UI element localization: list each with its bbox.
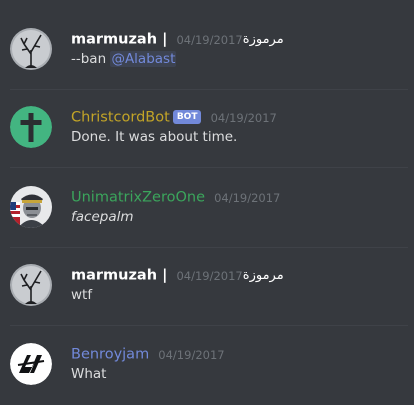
- username[interactable]: Benroyjam: [71, 347, 149, 363]
- message-content: wtf: [71, 287, 93, 303]
- message-text: --ban: [71, 51, 111, 67]
- username[interactable]: marmuzah |: [71, 268, 167, 284]
- message-content: Done. It was about time.: [71, 129, 238, 145]
- message-divider: [10, 247, 408, 248]
- timestamp: 04/19/2017: [176, 32, 243, 47]
- message-header: Benroyjam 04/19/2017: [71, 344, 225, 364]
- bot-tag-badge: BOT: [172, 109, 202, 124]
- message-header: UnimatrixZeroOne 04/19/2017: [71, 187, 280, 207]
- message-header: marmuzah | 04/19/2017مرموزة: [71, 265, 284, 285]
- message-divider: [10, 167, 408, 168]
- chat-message: marmuzah | 04/19/2017مرموزة wtf: [0, 264, 414, 344]
- message-content: facepalm: [71, 209, 134, 225]
- timestamp: 04/19/2017: [214, 190, 281, 205]
- officer-avatar-icon[interactable]: [10, 186, 52, 228]
- chat-message: marmuzah | 04/19/2017مرموزة --ban @Alaba…: [0, 28, 414, 108]
- chat-message: Benroyjam 04/19/2017 What: [0, 343, 414, 405]
- message-content: --ban @Alabast: [71, 51, 177, 67]
- chat-message: ChristcordBot BOT 04/19/2017 Done. It was…: [0, 106, 414, 186]
- message-header: ChristcordBot BOT 04/19/2017: [71, 107, 277, 127]
- message-divider: [10, 89, 408, 90]
- message-header: marmuzah | 04/19/2017مرموزة: [71, 29, 284, 49]
- cross-avatar-icon[interactable]: [10, 106, 52, 148]
- username-suffix: مرموزة: [242, 32, 284, 47]
- timestamp: 04/19/2017: [210, 110, 277, 125]
- username[interactable]: marmuzah |: [71, 32, 167, 48]
- message-divider: [10, 325, 408, 326]
- username-suffix: مرموزة: [242, 268, 284, 283]
- timestamp: 04/19/2017: [176, 268, 243, 283]
- user-mention[interactable]: @Alabast: [110, 51, 177, 67]
- chat-message: UnimatrixZeroOne 04/19/2017 facepalm: [0, 186, 414, 266]
- username[interactable]: UnimatrixZeroOne: [71, 190, 205, 206]
- message-content: What: [71, 366, 107, 382]
- tree-silhouette-avatar-icon[interactable]: [10, 28, 52, 70]
- logo-avatar-icon[interactable]: [10, 343, 52, 385]
- chat-message-list: marmuzah | 04/19/2017مرموزة --ban @Alaba…: [0, 0, 414, 405]
- username[interactable]: ChristcordBot: [71, 110, 170, 126]
- tree-silhouette-avatar-icon[interactable]: [10, 264, 52, 306]
- timestamp: 04/19/2017: [158, 347, 225, 362]
